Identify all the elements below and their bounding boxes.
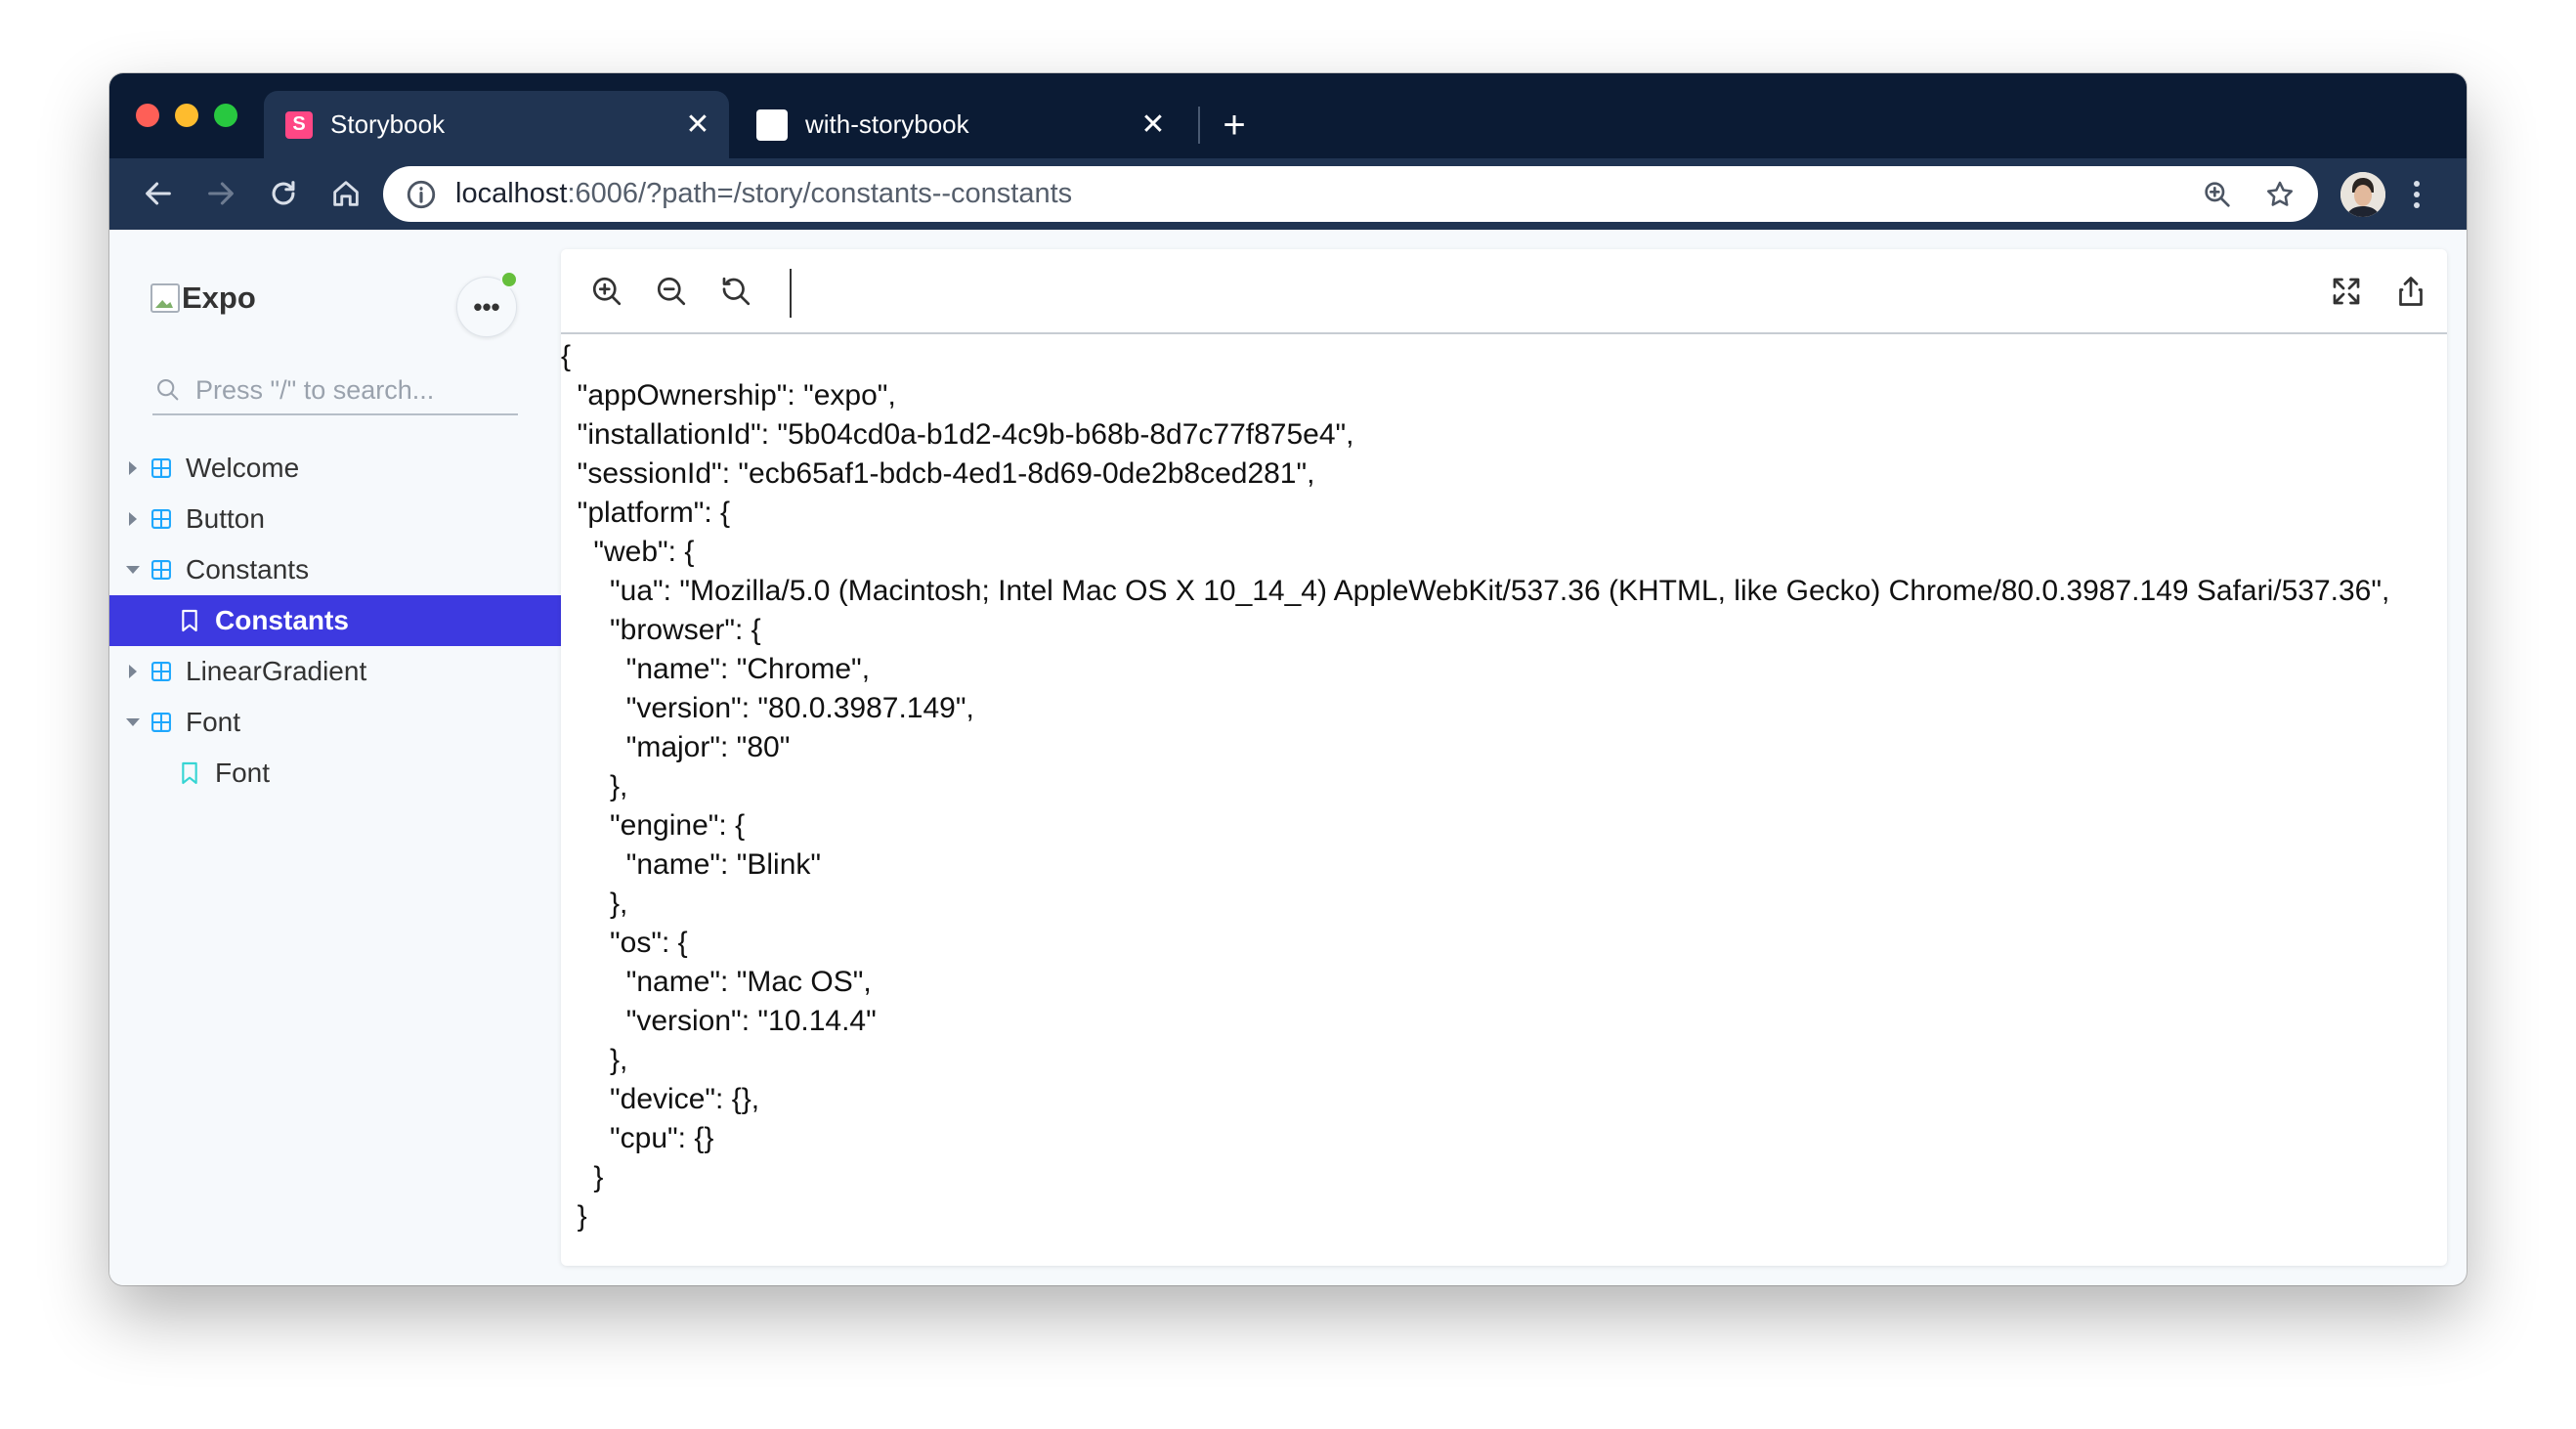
sidebar-item-label: Constants	[186, 554, 310, 585]
bookmark-star-icon[interactable]	[2255, 170, 2304, 219]
browser-window: S Storybook ✕ with-storybook ✕ + localho…	[109, 73, 2467, 1285]
search-input[interactable]	[195, 374, 508, 406]
broken-image-icon	[150, 283, 180, 313]
sidebar-item-label: Welcome	[186, 453, 300, 483]
minimize-window-button[interactable]	[175, 104, 198, 127]
sidebar-item-constants[interactable]: Constants	[109, 544, 561, 595]
component-icon	[151, 458, 171, 478]
search-box[interactable]	[152, 367, 518, 415]
url-path: :6006/?path=/story/constants--constants	[567, 178, 1073, 209]
fullscreen-icon[interactable]	[2324, 269, 2369, 314]
zoom-reset-icon[interactable]	[713, 269, 758, 314]
zoom-icon[interactable]	[2193, 170, 2242, 219]
sidebar-story-constants[interactable]: Constants	[109, 595, 561, 646]
browser-menu-icon[interactable]	[2402, 172, 2431, 217]
storybook-sidebar: Expo ••• Welcome Button Constants	[109, 230, 561, 1285]
sidebar-item-lineargradient[interactable]: LinearGradient	[109, 646, 561, 697]
reload-icon[interactable]	[260, 170, 307, 217]
chevron-down-icon	[121, 697, 145, 748]
sidebar-item-label: Button	[186, 503, 265, 534]
preview-toolbar	[561, 249, 2447, 334]
story-tree: Welcome Button Constants Constants Linea…	[109, 443, 561, 799]
sidebar-item-font[interactable]: Font	[109, 697, 561, 748]
chevron-right-icon	[121, 494, 145, 544]
storybook-icon: S	[285, 110, 313, 139]
back-icon[interactable]	[135, 170, 182, 217]
chevron-down-icon	[121, 544, 145, 595]
address-bar[interactable]: localhost:6006/?path=/story/constants--c…	[383, 166, 2318, 222]
component-icon	[151, 662, 171, 681]
zoom-out-icon[interactable]	[649, 269, 694, 314]
zoom-in-icon[interactable]	[584, 269, 629, 314]
new-tab-button[interactable]: +	[1212, 103, 1257, 148]
maximize-window-button[interactable]	[214, 104, 237, 127]
url-text[interactable]: localhost:6006/?path=/story/constants--c…	[455, 178, 2193, 210]
sidebar-item-button[interactable]: Button	[109, 494, 561, 544]
sidebar-item-label: Font	[215, 758, 271, 788]
tab-storybook[interactable]: S Storybook ✕	[264, 91, 729, 158]
constants-json-output: { "appOwnership": "expo", "installationI…	[561, 340, 2390, 1233]
tab-title: with-storybook	[805, 109, 969, 139]
tab-with-storybook[interactable]: with-storybook ✕	[735, 91, 1184, 158]
brand-name: Expo	[182, 281, 256, 315]
bookmark-icon	[182, 609, 197, 632]
close-tab-icon[interactable]: ✕	[1134, 106, 1173, 145]
toolbar-divider	[790, 269, 792, 318]
chevron-right-icon	[121, 443, 145, 494]
home-icon[interactable]	[322, 170, 369, 217]
browser-titlebar: S Storybook ✕ with-storybook ✕ +	[109, 73, 2467, 158]
close-window-button[interactable]	[136, 104, 159, 127]
chevron-right-icon	[121, 646, 145, 697]
component-icon	[151, 560, 171, 580]
forward-icon[interactable]	[197, 170, 244, 217]
preview-panel: { "appOwnership": "expo", "installationI…	[561, 249, 2447, 1266]
bookmark-icon	[182, 761, 197, 785]
sidebar-item-label: LinearGradient	[186, 656, 367, 686]
sidebar-story-font[interactable]: Font	[109, 748, 561, 799]
component-icon	[151, 713, 171, 732]
share-icon[interactable]	[2388, 269, 2433, 314]
brand-logo[interactable]: Expo	[150, 281, 256, 316]
tab-divider	[1198, 107, 1200, 144]
search-icon	[157, 379, 179, 401]
tab-title: Storybook	[330, 109, 446, 139]
browser-toolbar: localhost:6006/?path=/story/constants--c…	[109, 158, 2467, 230]
status-indicator	[500, 271, 518, 288]
sidebar-item-welcome[interactable]: Welcome	[109, 443, 561, 494]
profile-avatar[interactable]	[2340, 172, 2385, 217]
info-icon[interactable]	[405, 178, 438, 211]
sidebar-item-label: Font	[186, 707, 241, 737]
sidebar-item-label: Constants	[215, 605, 349, 635]
component-icon	[151, 509, 171, 529]
close-tab-icon[interactable]: ✕	[678, 106, 717, 145]
url-host: localhost	[455, 178, 568, 209]
blank-page-icon	[756, 108, 788, 141]
